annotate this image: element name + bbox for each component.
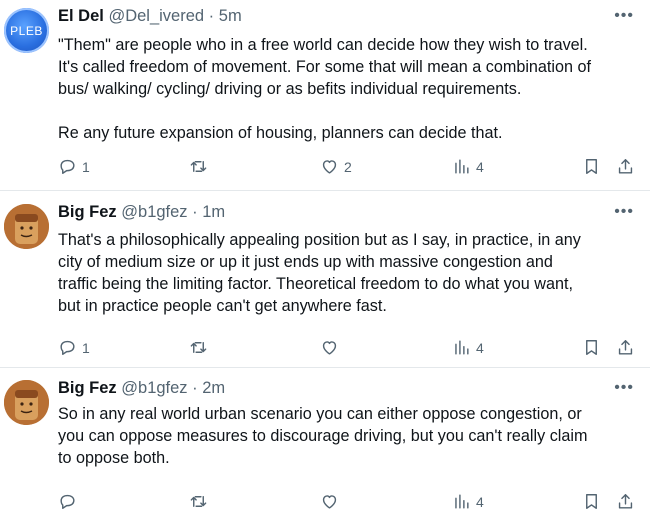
views-icon: [455, 340, 469, 355]
tweet-paragraph: That's a philosophically appealing posit…: [58, 231, 581, 315]
avatar-image: [4, 380, 49, 425]
reply-icon: [60, 159, 75, 174]
like-icon: [322, 495, 337, 509]
like-count: 2: [344, 158, 352, 175]
bookmark-icon: [586, 159, 597, 174]
timestamp[interactable]: 2m: [202, 379, 225, 397]
avatar[interactable]: [4, 380, 49, 425]
share-icon: [618, 494, 633, 509]
tweet-text: "Them" are people who in a free world ca…: [58, 34, 632, 144]
share-icon: [618, 340, 633, 355]
repost-icon: [190, 342, 207, 353]
repost-button[interactable]: [189, 157, 213, 176]
separator: ·: [208, 7, 215, 25]
bookmark-icon: [586, 494, 597, 509]
tweet[interactable]: PLEB El Del @Del_ivered · 5m ••• "Them" …: [0, 0, 650, 191]
reply-icon: [60, 340, 75, 355]
tweet-paragraph: "Them" are people who in a free world ca…: [58, 36, 592, 98]
tweet-header: Big Fez @b1gfez · 1m •••: [58, 203, 650, 225]
bookmark-button[interactable]: [582, 157, 601, 176]
like-icon: [322, 160, 337, 174]
repost-button[interactable]: [189, 492, 213, 511]
more-icon[interactable]: •••: [614, 7, 634, 25]
views-count: 4: [476, 158, 484, 175]
reply-button[interactable]: 1: [58, 157, 90, 176]
avatar-text: PLEB: [10, 23, 43, 38]
views-button[interactable]: 4: [452, 157, 484, 176]
display-name[interactable]: Big Fez: [58, 203, 117, 221]
handle[interactable]: @b1gfez: [121, 379, 187, 397]
tweet-paragraph: Re any future expansion of housing, plan…: [58, 124, 503, 142]
reply-count: 1: [82, 158, 90, 175]
display-name[interactable]: El Del: [58, 7, 104, 25]
action-bar: 4: [58, 492, 650, 512]
timestamp[interactable]: 5m: [219, 7, 242, 25]
more-icon[interactable]: •••: [614, 203, 634, 221]
tweet-text: So in any real world urban scenario you …: [58, 403, 632, 469]
like-button[interactable]: [320, 492, 344, 511]
tweet-header: Big Fez @b1gfez · 2m •••: [58, 379, 650, 401]
views-button[interactable]: 4: [452, 338, 484, 357]
like-button[interactable]: [320, 338, 344, 357]
separator: ·: [192, 203, 198, 221]
handle[interactable]: @b1gfez: [121, 203, 187, 221]
separator: ·: [192, 379, 198, 397]
repost-button[interactable]: [189, 338, 213, 357]
bookmark-button[interactable]: [582, 492, 601, 511]
display-name[interactable]: Big Fez: [58, 379, 117, 397]
repost-icon: [190, 161, 207, 172]
reply-icon: [60, 494, 75, 509]
share-button[interactable]: [616, 157, 635, 176]
avatar[interactable]: [4, 204, 49, 249]
tweet-paragraph: So in any real world urban scenario you …: [58, 405, 588, 467]
views-icon: [455, 494, 469, 509]
views-count: 4: [476, 339, 484, 356]
reply-button[interactable]: [58, 492, 82, 511]
views-icon: [455, 159, 469, 174]
tweet-text: That's a philosophically appealing posit…: [58, 229, 632, 317]
tweet[interactable]: Big Fez @b1gfez · 1m ••• That's a philos…: [0, 191, 650, 368]
bookmark-button[interactable]: [582, 338, 601, 357]
reply-count: 1: [82, 339, 90, 356]
share-icon: [618, 159, 633, 174]
avatar-image: [4, 204, 49, 249]
more-icon[interactable]: •••: [614, 379, 634, 397]
share-button[interactable]: [616, 492, 635, 511]
reply-button[interactable]: 1: [58, 338, 90, 357]
tweet[interactable]: Big Fez @b1gfez · 2m ••• So in any real …: [0, 368, 650, 523]
action-bar: 1 2 4: [58, 157, 650, 177]
like-icon: [322, 341, 337, 355]
like-button[interactable]: 2: [320, 157, 352, 176]
avatar[interactable]: PLEB: [4, 8, 49, 53]
views-count: 4: [476, 493, 484, 510]
views-button[interactable]: 4: [452, 492, 484, 511]
action-bar: 1 4: [58, 338, 650, 358]
tweet-header: El Del @Del_ivered · 5m •••: [58, 7, 650, 29]
repost-icon: [190, 496, 207, 507]
share-button[interactable]: [616, 338, 635, 357]
handle[interactable]: @Del_ivered: [108, 7, 204, 25]
timestamp[interactable]: 1m: [202, 203, 225, 221]
bookmark-icon: [586, 340, 597, 355]
